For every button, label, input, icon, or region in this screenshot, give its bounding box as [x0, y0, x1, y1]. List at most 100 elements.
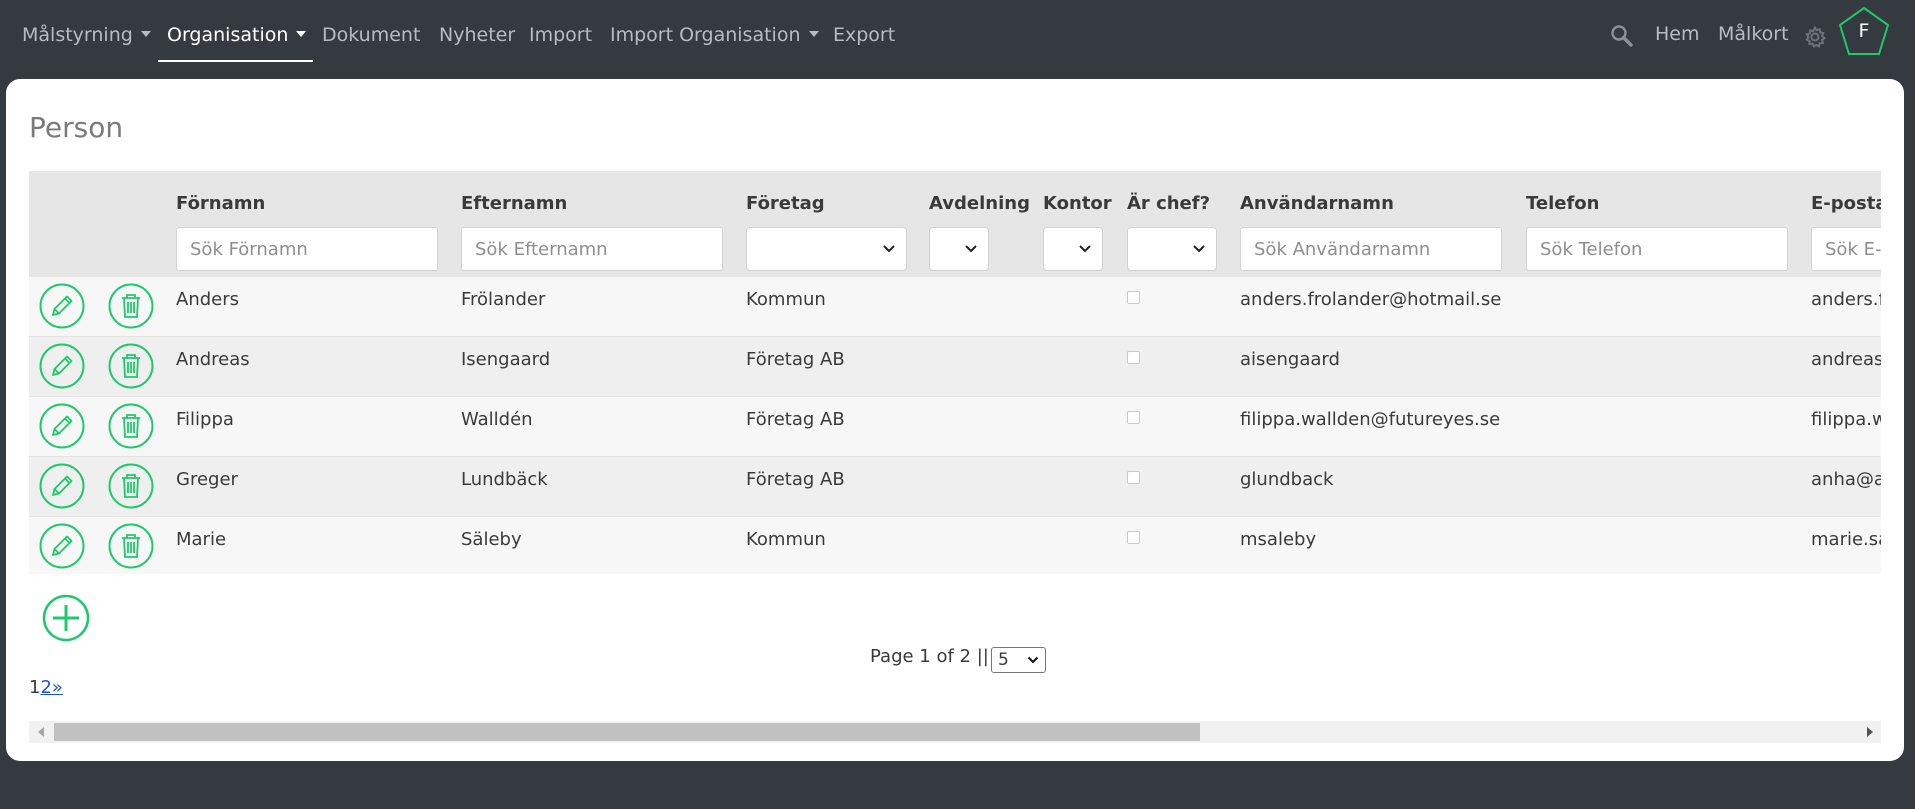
username-filter-input[interactable]: Sök Användarnamn — [1240, 227, 1502, 271]
col-header-email[interactable]: E-postad — [1811, 193, 1881, 214]
cell-username: glundback — [1240, 469, 1334, 490]
col-header-department[interactable]: Avdelning — [929, 193, 1030, 214]
add-person-button[interactable] — [42, 594, 90, 642]
cell-email: filippa.w — [1811, 409, 1881, 430]
pencil-icon — [39, 343, 85, 389]
table-row: Greger Lundbäck Företag AB glundback anh… — [29, 457, 1881, 517]
col-header-firstname[interactable]: Förnamn — [176, 193, 265, 214]
edit-button[interactable] — [39, 523, 85, 569]
table-header: Förnamn Efternamn Företag Avdelning Kont… — [29, 171, 1881, 277]
edit-button[interactable] — [39, 283, 85, 329]
chevron-down-icon — [1079, 245, 1091, 253]
cell-company: Företag AB — [746, 349, 845, 370]
cell-firstname: Marie — [176, 529, 227, 550]
col-header-company[interactable]: Företag — [746, 193, 825, 214]
cell-company: Företag AB — [746, 409, 845, 430]
nav-import-organisation[interactable]: Import Organisation — [610, 24, 819, 46]
cell-firstname: Greger — [176, 469, 238, 490]
nav-organisation[interactable]: Organisation — [167, 24, 307, 46]
trash-icon — [108, 463, 154, 509]
chevron-down-icon — [1027, 656, 1039, 664]
cell-firstname: Anders — [176, 289, 239, 310]
firstname-filter-input[interactable]: Sök Förnamn — [176, 227, 438, 271]
plus-circle-icon — [42, 594, 90, 642]
page-size-select[interactable]: 5 — [991, 647, 1046, 673]
caret-down-icon — [296, 30, 307, 37]
nav-organisation-label: Organisation — [167, 24, 289, 46]
trash-icon — [108, 343, 154, 389]
scrollbar-thumb[interactable] — [54, 723, 1200, 741]
cell-firstname: Filippa — [176, 409, 234, 430]
user-avatar[interactable]: F — [1838, 6, 1890, 58]
scroll-left-arrow-icon[interactable] — [37, 727, 45, 737]
scroll-right-arrow-icon[interactable] — [1866, 727, 1874, 737]
pencil-icon — [39, 523, 85, 569]
nav-hem[interactable]: Hem — [1655, 23, 1700, 45]
page-size-value: 5 — [998, 650, 1009, 670]
horizontal-scrollbar[interactable] — [29, 721, 1881, 743]
cell-email: anders.f — [1811, 289, 1881, 310]
gear-icon[interactable] — [1803, 25, 1827, 49]
avatar-initial: F — [1858, 20, 1870, 42]
nav-nyheter[interactable]: Nyheter — [439, 24, 515, 46]
chevron-down-icon — [965, 245, 977, 253]
person-table: Förnamn Efternamn Företag Avdelning Kont… — [29, 171, 1881, 574]
search-icon[interactable] — [1610, 24, 1634, 48]
table-row: Marie Säleby Kommun msaleby marie.sa — [29, 517, 1881, 574]
delete-button[interactable] — [108, 463, 154, 509]
phone-filter-input[interactable]: Sök Telefon — [1526, 227, 1788, 271]
lastname-filter-input[interactable]: Sök Efternamn — [461, 227, 723, 271]
page-links: 12» — [29, 677, 63, 698]
edit-button[interactable] — [39, 463, 85, 509]
trash-icon — [108, 403, 154, 449]
cell-email: marie.sa — [1811, 529, 1881, 550]
edit-button[interactable] — [39, 403, 85, 449]
cell-lastname: Säleby — [461, 529, 522, 550]
next-page-link[interactable]: » — [52, 677, 63, 698]
department-filter-select[interactable] — [929, 227, 989, 271]
nav-dokument[interactable]: Dokument — [322, 24, 420, 46]
top-navbar: Målstyrning Organisation Dokument Nyhete… — [0, 0, 1915, 73]
nav-export[interactable]: Export — [833, 24, 895, 46]
nav-malstyrning[interactable]: Målstyrning — [22, 24, 151, 46]
cell-lastname: Isengaard — [461, 349, 551, 370]
col-header-is-manager[interactable]: Är chef? — [1127, 193, 1210, 214]
email-filter-input[interactable]: Sök E- — [1811, 227, 1881, 271]
chevron-down-icon — [883, 245, 895, 253]
delete-button[interactable] — [108, 283, 154, 329]
table-row: Andreas Isengaard Företag AB aisengaard … — [29, 337, 1881, 397]
office-filter-select[interactable] — [1043, 227, 1103, 271]
delete-button[interactable] — [108, 403, 154, 449]
cell-username: aisengaard — [1240, 349, 1340, 370]
cell-company: Kommun — [746, 289, 826, 310]
cell-lastname: Lundbäck — [461, 469, 548, 490]
cell-username: msaleby — [1240, 529, 1317, 550]
pencil-icon — [39, 283, 85, 329]
cell-company: Kommun — [746, 529, 826, 550]
col-header-office[interactable]: Kontor — [1043, 193, 1112, 214]
company-filter-select[interactable] — [746, 227, 907, 271]
delete-button[interactable] — [108, 343, 154, 389]
delete-button[interactable] — [108, 523, 154, 569]
edit-button[interactable] — [39, 343, 85, 389]
col-header-phone[interactable]: Telefon — [1526, 193, 1600, 214]
col-header-lastname[interactable]: Efternamn — [461, 193, 567, 214]
col-header-username[interactable]: Användarnamn — [1240, 193, 1394, 214]
page-title: Person — [29, 111, 124, 144]
main-panel: Person Förnamn Efternamn Företag Avdelni… — [6, 79, 1904, 761]
page-summary: Page 1 of 2 || — [870, 646, 989, 667]
trash-icon — [108, 283, 154, 329]
nav-malstyrning-label: Målstyrning — [22, 24, 133, 46]
page-link-2[interactable]: 2 — [40, 677, 51, 698]
nav-malkort[interactable]: Målkort — [1718, 23, 1789, 45]
cell-username: anders.frolander@hotmail.se — [1240, 289, 1502, 310]
pencil-icon — [39, 403, 85, 449]
cell-email: andreas — [1811, 349, 1881, 370]
nav-import[interactable]: Import — [529, 24, 592, 46]
caret-down-icon — [140, 30, 151, 37]
chevron-down-icon — [1193, 245, 1205, 253]
active-nav-underline — [158, 60, 313, 62]
is-manager-filter-select[interactable] — [1127, 227, 1217, 271]
cell-lastname: Frölander — [461, 289, 546, 310]
nav-import-organisation-label: Import Organisation — [610, 24, 801, 46]
